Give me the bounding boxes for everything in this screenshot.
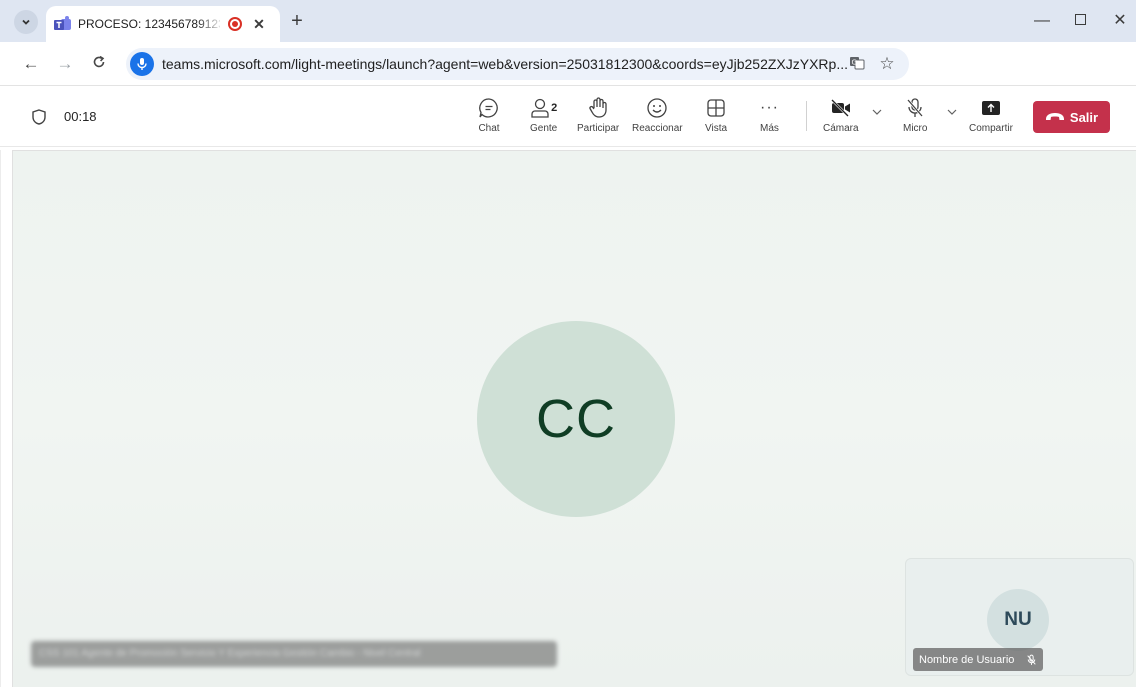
tab-close-icon[interactable]: ✕ (250, 15, 268, 33)
microphone-in-use-icon[interactable] (130, 52, 154, 76)
translate-icon[interactable]: G (848, 55, 866, 73)
raise-hand-icon (588, 95, 608, 121)
back-icon[interactable]: ← (20, 53, 42, 75)
bookmark-star-icon[interactable]: ☆ (878, 55, 896, 73)
leave-label: Salir (1069, 109, 1099, 125)
recording-indicator-icon (228, 17, 242, 31)
share-screen-icon (981, 95, 1001, 121)
meeting-stage: CC CSS 101 Agente de Promoción Servicio … (12, 150, 1136, 687)
participant-name-tag-blurred: CSS 101 Agente de Promoción Servicio Y E… (31, 641, 557, 667)
close-window-icon[interactable]: ✕ (1108, 10, 1132, 32)
self-name-tag: Nombre de Usuario (913, 648, 1044, 671)
browser-tab-active[interactable]: PROCESO: 12345678912345 ✕ (46, 6, 280, 42)
url-text: teams.microsoft.com/light-meetings/launc… (162, 56, 848, 72)
smiley-icon (646, 95, 668, 121)
mic-options-chevron-icon[interactable] (947, 107, 957, 119)
forward-icon[interactable]: → (54, 53, 76, 75)
meeting-timer: 00:18 (64, 109, 97, 124)
camera-button[interactable]: Cámara (823, 95, 859, 134)
raise-hand-button[interactable]: Participar (577, 95, 619, 134)
chevron-down-icon (22, 19, 30, 25)
react-button[interactable]: Reaccionar (632, 95, 683, 134)
leave-button[interactable]: Salir (1033, 101, 1110, 133)
tab-search-button[interactable] (14, 10, 38, 34)
address-bar[interactable]: teams.microsoft.com/light-meetings/launc… (126, 48, 909, 80)
more-dots-icon: ··· (760, 99, 779, 116)
participant-initials: CC (536, 389, 616, 449)
hang-up-icon (1045, 113, 1064, 120)
people-button[interactable]: 2 Gente (530, 95, 557, 134)
self-name: Nombre de Usuario (919, 653, 1015, 666)
view-button[interactable]: Vista (705, 95, 727, 134)
new-tab-button[interactable]: + (286, 10, 308, 32)
self-view-tile[interactable]: NU Nombre de Usuario (905, 558, 1134, 676)
svg-text:G: G (852, 59, 857, 67)
toolbar-divider (806, 101, 807, 131)
browser-tabstrip: PROCESO: 12345678912345 ✕ + — ✕ (0, 0, 1136, 42)
muted-mic-icon (1026, 654, 1037, 666)
people-count-badge: 2 (551, 102, 558, 114)
mic-button[interactable]: Micro (903, 95, 927, 134)
people-icon: 2 (530, 95, 557, 121)
teams-logo-icon (54, 16, 71, 30)
shield-icon[interactable] (32, 109, 46, 125)
share-button[interactable]: Compartir (969, 95, 1013, 134)
camera-options-chevron-icon[interactable] (872, 107, 882, 119)
grid-view-icon (706, 95, 726, 121)
participant-avatar[interactable]: CC (477, 321, 675, 517)
minimize-icon[interactable]: — (1030, 10, 1054, 32)
chat-icon (478, 95, 500, 121)
self-initials: NU (1004, 609, 1032, 630)
browser-toolbar: ← → teams.microsoft.com/light-meetings/l… (0, 42, 1136, 86)
maximize-icon[interactable] (1068, 10, 1092, 32)
self-avatar: NU (987, 589, 1049, 651)
meeting-toolbar: 00:18 Chat 2 Gente Participar Reaccionar… (0, 87, 1136, 147)
mic-off-icon (905, 95, 925, 121)
more-button[interactable]: ··· Más (760, 95, 779, 134)
reload-icon[interactable] (88, 53, 110, 75)
chat-button[interactable]: Chat (478, 95, 500, 134)
camera-off-icon (830, 95, 852, 121)
